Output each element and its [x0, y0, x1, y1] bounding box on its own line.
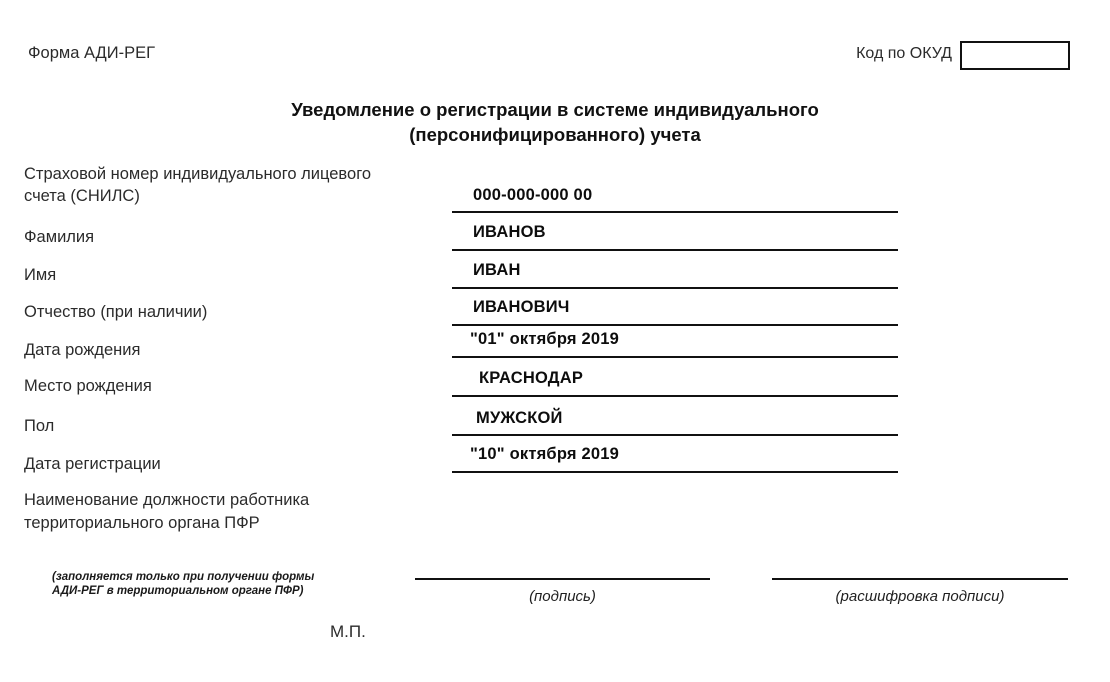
field-value-registration-date[interactable]: "10" октября 2019	[470, 445, 619, 464]
field-label-snils: Страховой номер индивидуального лицевого…	[24, 165, 372, 205]
field-label-registration-date: Дата регистрации	[24, 455, 161, 473]
field-rule-birth-place	[452, 395, 898, 397]
transcript-rule	[772, 578, 1068, 580]
field-rule-firstname	[452, 287, 898, 289]
field-label-firstname: Имя	[24, 266, 57, 284]
field-rule-surname	[452, 249, 898, 251]
field-label-patronymic: Отчество (при наличии)	[24, 303, 208, 321]
field-rule-birth-date	[452, 356, 898, 358]
signature-caption: (подпись)	[529, 588, 596, 605]
field-value-surname[interactable]: ИВАНОВ	[473, 223, 546, 242]
signature-rule	[415, 578, 710, 580]
field-label-gender: Пол	[24, 417, 55, 435]
document-page: Форма АДИ-РЕГ Код по ОКУД Уведомление о …	[0, 0, 1110, 682]
page-title-line-2: (персонифицированного) учета	[409, 124, 701, 145]
stamp-mark: М.П.	[330, 622, 366, 641]
field-value-patronymic[interactable]: ИВАНОВИЧ	[473, 298, 570, 317]
footer-note: (заполняется только при получении формы …	[52, 571, 315, 597]
form-code-label: Форма АДИ-РЕГ	[28, 44, 156, 62]
field-value-birth-date[interactable]: "01" октября 2019	[470, 330, 619, 349]
field-label-surname: Фамилия	[24, 228, 95, 246]
field-label-birth-place: Место рождения	[24, 377, 152, 395]
field-label-birth-date: Дата рождения	[24, 341, 141, 359]
okud-label: Код по ОКУД	[856, 45, 952, 62]
field-value-gender[interactable]: МУЖСКОЙ	[476, 409, 563, 428]
field-rule-snils	[452, 211, 898, 213]
page-title: Уведомление о регистрации в системе инди…	[160, 97, 950, 147]
field-rule-gender	[452, 434, 898, 436]
pfr-position-block: Наименование должности работника террито…	[24, 491, 310, 532]
okud-code-box[interactable]	[960, 41, 1070, 70]
transcript-caption: (расшифровка подписи)	[835, 588, 1005, 605]
field-value-snils[interactable]: 000-000-000 00	[473, 186, 592, 205]
field-value-birth-place[interactable]: КРАСНОДАР	[479, 369, 583, 388]
page-title-line-1: Уведомление о регистрации в системе инди…	[291, 99, 819, 120]
field-value-firstname[interactable]: ИВАН	[473, 261, 521, 280]
field-rule-patronymic	[452, 324, 898, 326]
field-rule-registration-date	[452, 471, 898, 473]
